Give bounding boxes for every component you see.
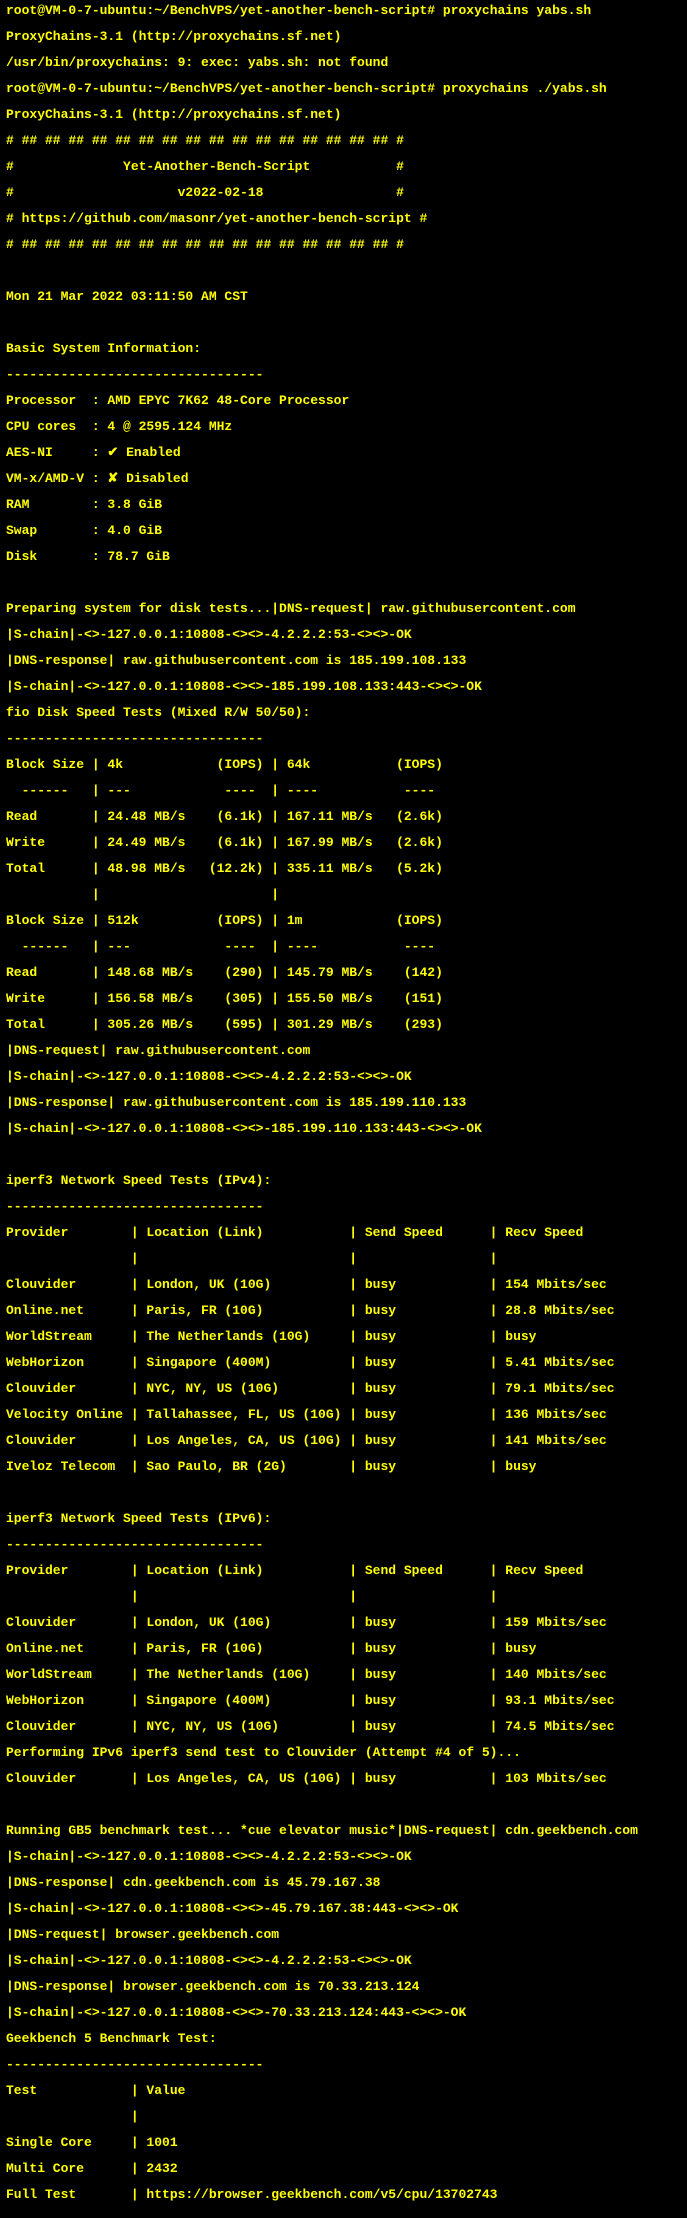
- gb-title: Geekbench 5 Benchmark Test:: [6, 2032, 681, 2045]
- iperf-row: Online.net | Paris, FR (10G) | busy | 28…: [6, 1304, 681, 1317]
- terminal[interactable]: root@VM-0-7-ubuntu:~/BenchVPS/yet-anothe…: [0, 0, 687, 2218]
- blank: [6, 1148, 681, 1161]
- s-chain: |S-chain|-<>-127.0.0.1:10808-<><>-185.19…: [6, 680, 681, 693]
- iperf-row: Clouvider | NYC, NY, US (10G) | busy | 7…: [6, 1720, 681, 1733]
- proxychains-version: ProxyChains-3.1 (http://proxychains.sf.n…: [6, 108, 681, 121]
- prompt-line: root@VM-0-7-ubuntu:~/BenchVPS/yet-anothe…: [6, 4, 681, 17]
- iperf-head: Provider | Location (Link) | Send Speed …: [6, 1226, 681, 1239]
- disk-row: Write | 24.49 MB/s (6.1k) | 167.99 MB/s …: [6, 836, 681, 849]
- disk-head: Block Size | 512k (IOPS) | 1m (IOPS): [6, 914, 681, 927]
- banner: # ## ## ## ## ## ## ## ## ## ## ## ## ##…: [6, 134, 681, 147]
- disk-row: Total | 48.98 MB/s (12.2k) | 335.11 MB/s…: [6, 862, 681, 875]
- banner: # https://github.com/masonr/yet-another-…: [6, 212, 681, 225]
- s-chain: |S-chain|-<>-127.0.0.1:10808-<><>-4.2.2.…: [6, 628, 681, 641]
- iperf-head: Provider | Location (Link) | Send Speed …: [6, 1564, 681, 1577]
- prompt: root@VM-0-7-ubuntu:~/BenchVPS/yet-anothe…: [6, 81, 435, 96]
- dns-response: |DNS-response| raw.githubusercontent.com…: [6, 1096, 681, 1109]
- iperf-ipv6-title: iperf3 Network Speed Tests (IPv6):: [6, 1512, 681, 1525]
- blank: [6, 316, 681, 329]
- proxychains-version: ProxyChains-3.1 (http://proxychains.sf.n…: [6, 30, 681, 43]
- dns-response: |DNS-response| browser.geekbench.com is …: [6, 1980, 681, 1993]
- sysinfo-cores: CPU cores : 4 @ 2595.124 MHz: [6, 420, 681, 433]
- iperf-row: Iveloz Telecom | Sao Paulo, BR (2G) | bu…: [6, 1460, 681, 1473]
- disk-row: Read | 148.68 MB/s (290) | 145.79 MB/s (…: [6, 966, 681, 979]
- gb-row: Single Core | 1001: [6, 2136, 681, 2149]
- cmd: proxychains yabs.sh: [443, 3, 591, 18]
- gb-headsep: |: [6, 2110, 681, 2123]
- banner: # Yet-Another-Bench-Script #: [6, 160, 681, 173]
- iperf-row: Clouvider | Los Angeles, CA, US (10G) | …: [6, 1434, 681, 1447]
- iperf-row: WebHorizon | Singapore (400M) | busy | 5…: [6, 1356, 681, 1369]
- disk-title: fio Disk Speed Tests (Mixed R/W 50/50):: [6, 706, 681, 719]
- sysinfo-vmx: VM-x/AMD-V : ✘ Disabled: [6, 472, 681, 485]
- iperf-row: Clouvider | London, UK (10G) | busy | 15…: [6, 1616, 681, 1629]
- dns-request: |DNS-request| raw.githubusercontent.com: [6, 1044, 681, 1057]
- disk-row: Total | 305.26 MB/s (595) | 301.29 MB/s …: [6, 1018, 681, 1031]
- sysinfo-cpu: Processor : AMD EPYC 7K62 48-Core Proces…: [6, 394, 681, 407]
- blank: [6, 264, 681, 277]
- disk-head: Block Size | 4k (IOPS) | 64k (IOPS): [6, 758, 681, 771]
- iperf-headsep: | | |: [6, 1252, 681, 1265]
- banner: # v2022-02-18 #: [6, 186, 681, 199]
- prompt: root@VM-0-7-ubuntu:~/BenchVPS/yet-anothe…: [6, 3, 435, 18]
- disk-headsep: ------ | --- ---- | ---- ----: [6, 784, 681, 797]
- disk-row: Write | 156.58 MB/s (305) | 155.50 MB/s …: [6, 992, 681, 1005]
- blank: [6, 1798, 681, 1811]
- iperf-headsep: | | |: [6, 1590, 681, 1603]
- s-chain: |S-chain|-<>-127.0.0.1:10808-<><>-4.2.2.…: [6, 1954, 681, 1967]
- s-chain: |S-chain|-<>-127.0.0.1:10808-<><>-185.19…: [6, 1122, 681, 1135]
- iperf-row: Clouvider | Los Angeles, CA, US (10G) | …: [6, 1772, 681, 1785]
- separator: ---------------------------------: [6, 368, 681, 381]
- banner: # ## ## ## ## ## ## ## ## ## ## ## ## ##…: [6, 238, 681, 251]
- iperf-attempt: Performing IPv6 iperf3 send test to Clou…: [6, 1746, 681, 1759]
- disk-prep: Preparing system for disk tests...|DNS-r…: [6, 602, 681, 615]
- blank: [6, 1486, 681, 1499]
- gb-running: Running GB5 benchmark test... *cue eleva…: [6, 1824, 681, 1837]
- sysinfo-header: Basic System Information:: [6, 342, 681, 355]
- disk-blank: | |: [6, 888, 681, 901]
- iperf-row: Online.net | Paris, FR (10G) | busy | bu…: [6, 1642, 681, 1655]
- sysinfo-swap: Swap : 4.0 GiB: [6, 524, 681, 537]
- iperf-row: WebHorizon | Singapore (400M) | busy | 9…: [6, 1694, 681, 1707]
- iperf-row: WorldStream | The Netherlands (10G) | bu…: [6, 1668, 681, 1681]
- dns-response: |DNS-response| raw.githubusercontent.com…: [6, 654, 681, 667]
- separator: ---------------------------------: [6, 1538, 681, 1551]
- sysinfo-disk: Disk : 78.7 GiB: [6, 550, 681, 563]
- blank: [6, 576, 681, 589]
- iperf-row: WorldStream | The Netherlands (10G) | bu…: [6, 1330, 681, 1343]
- disk-headsep: ------ | --- ---- | ---- ----: [6, 940, 681, 953]
- gb-head: Test | Value: [6, 2084, 681, 2097]
- s-chain: |S-chain|-<>-127.0.0.1:10808-<><>-70.33.…: [6, 2006, 681, 2019]
- s-chain: |S-chain|-<>-127.0.0.1:10808-<><>-4.2.2.…: [6, 1850, 681, 1863]
- dns-request: |DNS-request| browser.geekbench.com: [6, 1928, 681, 1941]
- sysinfo-ram: RAM : 3.8 GiB: [6, 498, 681, 511]
- iperf-ipv4-title: iperf3 Network Speed Tests (IPv4):: [6, 1174, 681, 1187]
- s-chain: |S-chain|-<>-127.0.0.1:10808-<><>-4.2.2.…: [6, 1070, 681, 1083]
- separator: ---------------------------------: [6, 732, 681, 745]
- error-line: /usr/bin/proxychains: 9: exec: yabs.sh: …: [6, 56, 681, 69]
- gb-row: Multi Core | 2432: [6, 2162, 681, 2175]
- date: Mon 21 Mar 2022 03:11:50 AM CST: [6, 290, 681, 303]
- prompt-line: root@VM-0-7-ubuntu:~/BenchVPS/yet-anothe…: [6, 82, 681, 95]
- s-chain: |S-chain|-<>-127.0.0.1:10808-<><>-45.79.…: [6, 1902, 681, 1915]
- iperf-row: Clouvider | NYC, NY, US (10G) | busy | 7…: [6, 1382, 681, 1395]
- iperf-row: Clouvider | London, UK (10G) | busy | 15…: [6, 1278, 681, 1291]
- iperf-row: Velocity Online | Tallahassee, FL, US (1…: [6, 1408, 681, 1421]
- separator: ---------------------------------: [6, 2058, 681, 2071]
- sysinfo-aes: AES-NI : ✔ Enabled: [6, 446, 681, 459]
- dns-response: |DNS-response| cdn.geekbench.com is 45.7…: [6, 1876, 681, 1889]
- gb-row: Full Test | https://browser.geekbench.co…: [6, 2188, 681, 2201]
- cmd: proxychains ./yabs.sh: [443, 81, 607, 96]
- disk-row: Read | 24.48 MB/s (6.1k) | 167.11 MB/s (…: [6, 810, 681, 823]
- separator: ---------------------------------: [6, 1200, 681, 1213]
